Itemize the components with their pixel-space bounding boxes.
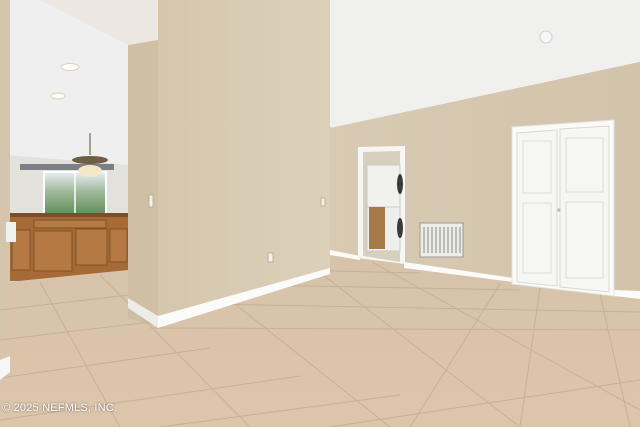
copyright-watermark: © 2025 NEFMLS, INC. [2,402,118,414]
stacked-washer-dryer [366,164,401,208]
room-illustration [0,0,640,427]
closet-door [511,119,615,297]
light-switch [148,194,154,208]
door-knob [557,208,561,212]
recessed-light [50,92,66,100]
recessed-light [60,63,80,71]
floor-vent [419,222,464,258]
wall-outlet [320,197,326,207]
laundry-doorway [358,146,405,264]
wall-outlet [267,252,274,263]
smoke-detector [539,30,553,44]
room-photo: © 2025 NEFMLS, INC. [0,0,640,427]
